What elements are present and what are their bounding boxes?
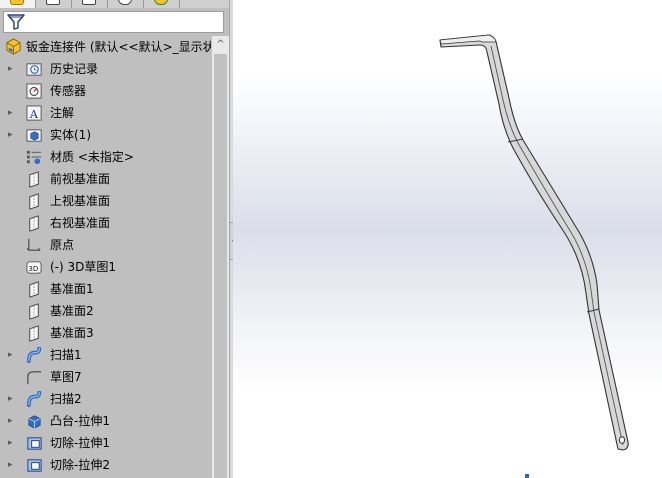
scroll-thumb[interactable] (214, 54, 227, 478)
tree-item-label: 实体(1) (50, 128, 91, 142)
panel-tab-strip (0, 0, 229, 8)
expand-arrow-icon[interactable]: ▸ (8, 349, 16, 361)
solid-bodies-icon (26, 129, 42, 142)
tree-item-label: 草图7 (50, 370, 82, 384)
tree-item-sensor[interactable]: 传感器 (0, 80, 212, 102)
tree-item-label: 材质 <未指定> (50, 150, 134, 164)
feature-tree: 钣金连接件 (默认<<默认>_显示状 ▸ 历史记录传感器 ▸ A 注解 ▸ 实体(1) 材质 … (0, 36, 212, 478)
origin-icon (26, 238, 41, 251)
3d-sketch-icon: 3D (26, 261, 42, 274)
tree-item-sweep[interactable]: ▸ 扫描1 (0, 344, 212, 366)
cut-extrude-icon (27, 459, 42, 472)
sensor-icon (26, 83, 42, 99)
boss-extrude-icon (28, 415, 41, 429)
expand-arrow-icon[interactable]: ▸ (8, 393, 16, 405)
tree-item-label: 基准面3 (50, 326, 94, 340)
tree-item-label: (-) 3D草图1 (50, 260, 117, 274)
expand-arrow-icon[interactable]: ▸ (8, 107, 16, 119)
tree-item-plane[interactable]: 基准面1 (0, 278, 212, 300)
tree-item-label: 注解 (50, 106, 75, 120)
featuremanager-icon (10, 0, 24, 5)
sheet-metal-bracket-model[interactable] (233, 0, 662, 478)
tree-item-material[interactable]: 材质 <未指定> (0, 146, 212, 168)
part-icon (6, 38, 21, 55)
expand-arrow-icon[interactable]: ▸ (8, 415, 16, 427)
tree-item-plane[interactable]: 上视基准面 (0, 190, 212, 212)
tree-item-plane[interactable]: 基准面3 (0, 322, 212, 344)
tree-item-label: 传感器 (50, 84, 87, 98)
dimxpert-icon (118, 0, 132, 5)
tree-item-label: 原点 (50, 238, 75, 252)
plane-icon (29, 325, 39, 342)
propertymanager-icon (46, 0, 60, 5)
filter-bar (0, 8, 229, 36)
plane-icon (29, 281, 39, 298)
svg-text:3D: 3D (28, 264, 39, 273)
tab-dimxpertmanager[interactable] (108, 0, 144, 8)
history-folder-icon (26, 63, 42, 76)
plane-icon (29, 193, 39, 210)
expand-arrow-icon[interactable]: ▸ (8, 63, 16, 75)
tree-item-label: 历史记录 (50, 62, 99, 76)
filter-input[interactable] (3, 11, 224, 33)
scroll-up-arrow-icon[interactable]: ^ (212, 36, 229, 53)
tree-item-label: 扫描1 (50, 348, 82, 362)
tree-item-label: 基准面2 (50, 304, 94, 318)
reference-triad-marker (525, 474, 529, 478)
plane-icon (29, 171, 39, 188)
graphics-viewport[interactable] (233, 0, 662, 478)
feature-manager-panel: 钣金连接件 (默认<<默认>_显示状 ▸ 历史记录传感器 ▸ A 注解 ▸ 实体(1) 材质 … (0, 0, 229, 478)
tree-item-boss-extrude[interactable]: ▸ 凸台-拉伸1 (0, 410, 212, 432)
tree-item-3d-sketch[interactable]: 3D (-) 3D草图1 (0, 256, 212, 278)
tab-propertymanager[interactable] (36, 0, 72, 8)
tree-item-label: 前视基准面 (50, 172, 111, 186)
filter-funnel-icon (7, 14, 25, 30)
tree-item-label: 上视基准面 (50, 194, 111, 208)
mounting-hole (618, 436, 626, 444)
cut-extrude-icon (27, 437, 42, 450)
sweep-icon (26, 347, 42, 364)
solidworks-window: 钣金连接件 (默认<<默认>_显示状 ▸ 历史记录传感器 ▸ A 注解 ▸ 实体(1) 材质 … (0, 0, 662, 478)
tab-configurationmanager[interactable] (72, 0, 108, 8)
bracket-body (439, 34, 629, 451)
tree-item-label: 右视基准面 (50, 216, 111, 230)
tab-displaymanager[interactable] (144, 0, 180, 8)
root-part-label: 钣金连接件 (默认<<默认>_显示状 (26, 40, 211, 54)
tree-item-label: 基准面1 (50, 282, 94, 296)
tree-item-solid-bodies[interactable]: ▸ 实体(1) (0, 124, 212, 146)
tree-item-plane[interactable]: 右视基准面 (0, 212, 212, 234)
tree-item-plane[interactable]: 前视基准面 (0, 168, 212, 190)
expand-arrow-icon[interactable]: ▸ (8, 129, 16, 141)
material-icon (26, 150, 42, 165)
tree-root-part[interactable]: 钣金连接件 (默认<<默认>_显示状 (0, 36, 212, 58)
tree-item-annotation[interactable]: ▸ A 注解 (0, 102, 212, 124)
plane-icon (29, 215, 39, 232)
tab-featuremanager[interactable] (0, 0, 36, 8)
sweep-icon (26, 391, 42, 408)
plane-icon (29, 303, 39, 320)
tree-item-sweep[interactable]: ▸ 扫描2 (0, 388, 212, 410)
tree-item-label: 切除-拉伸2 (50, 458, 110, 472)
tree-item-cut-extrude[interactable]: ▸ 切除-拉伸1 (0, 432, 212, 454)
expand-arrow-icon[interactable]: ▸ (8, 437, 16, 449)
tree-item-sketch[interactable]: 草图7 (0, 366, 212, 388)
tree-item-label: 切除-拉伸1 (50, 436, 110, 450)
tab-expand[interactable] (180, 0, 229, 8)
svg-text:A: A (29, 107, 39, 121)
tree-item-cut-extrude[interactable]: ▸ 切除-拉伸2 (0, 454, 212, 476)
tree-item-origin[interactable]: 原点 (0, 234, 212, 256)
configuration-icon (82, 0, 96, 5)
expand-arrow-icon[interactable]: ▸ (8, 459, 16, 471)
tree-item-label: 凸台-拉伸1 (50, 414, 110, 428)
tree-item-label: 扫描2 (50, 392, 82, 406)
tree-item-plane[interactable]: 基准面2 (0, 300, 212, 322)
annotation-icon: A (26, 105, 42, 121)
sketch-icon (27, 371, 42, 385)
tree-item-history-folder[interactable]: ▸ 历史记录 (0, 58, 212, 80)
displaymanager-icon (154, 0, 168, 5)
tree-vertical-scrollbar[interactable]: ^ (212, 36, 229, 478)
